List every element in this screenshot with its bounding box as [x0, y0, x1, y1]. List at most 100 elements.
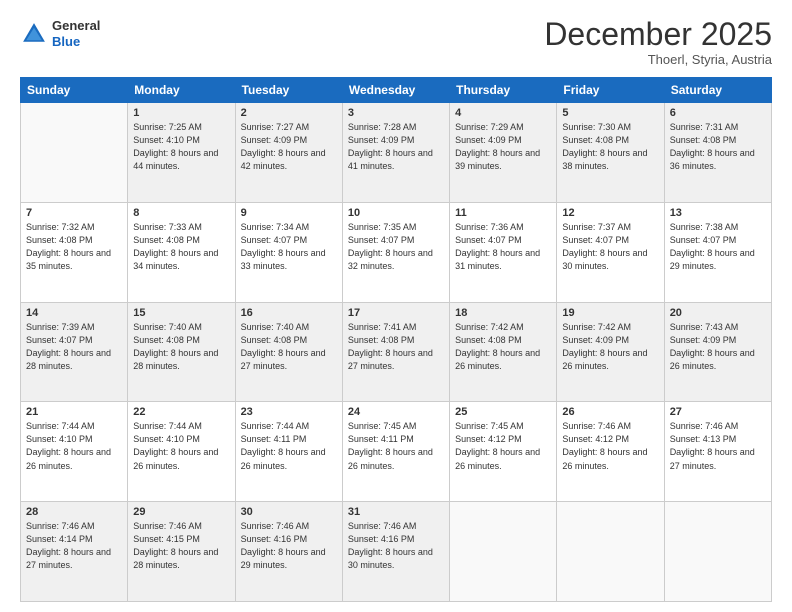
logo-line2: Blue [52, 34, 80, 49]
day-number: 15 [133, 307, 229, 319]
day-detail: Sunrise: 7:32 AMSunset: 4:08 PMDaylight:… [26, 221, 122, 273]
col-wednesday: Wednesday [342, 78, 449, 103]
col-sunday: Sunday [21, 78, 128, 103]
day-detail: Sunrise: 7:46 AMSunset: 4:16 PMDaylight:… [241, 520, 337, 572]
col-friday: Friday [557, 78, 664, 103]
day-number: 6 [670, 107, 766, 119]
col-monday: Monday [128, 78, 235, 103]
table-row: 1 Sunrise: 7:25 AMSunset: 4:10 PMDaylight… [128, 103, 235, 203]
table-row [450, 502, 557, 602]
day-detail: Sunrise: 7:43 AMSunset: 4:09 PMDaylight:… [670, 321, 766, 373]
table-row: 28 Sunrise: 7:46 AMSunset: 4:14 PMDayligh… [21, 502, 128, 602]
day-detail: Sunrise: 7:46 AMSunset: 4:15 PMDaylight:… [133, 520, 229, 572]
day-detail: Sunrise: 7:25 AMSunset: 4:10 PMDaylight:… [133, 121, 229, 173]
day-detail: Sunrise: 7:45 AMSunset: 4:11 PMDaylight:… [348, 420, 444, 472]
header: General Blue December 2025 Thoerl, Styri… [20, 18, 772, 67]
table-row: 7 Sunrise: 7:32 AMSunset: 4:08 PMDaylight… [21, 202, 128, 302]
day-number: 2 [241, 107, 337, 119]
calendar-row: 28 Sunrise: 7:46 AMSunset: 4:14 PMDayligh… [21, 502, 772, 602]
day-number: 16 [241, 307, 337, 319]
title-block: December 2025 Thoerl, Styria, Austria [544, 18, 772, 67]
day-detail: Sunrise: 7:46 AMSunset: 4:13 PMDaylight:… [670, 420, 766, 472]
day-number: 21 [26, 406, 122, 418]
day-number: 18 [455, 307, 551, 319]
day-number: 24 [348, 406, 444, 418]
day-detail: Sunrise: 7:28 AMSunset: 4:09 PMDaylight:… [348, 121, 444, 173]
day-detail: Sunrise: 7:42 AMSunset: 4:09 PMDaylight:… [562, 321, 658, 373]
table-row: 22Sunrise: 7:44 AMSunset: 4:10 PMDayligh… [128, 402, 235, 502]
day-number: 10 [348, 207, 444, 219]
table-row: 31 Sunrise: 7:46 AMSunset: 4:16 PMDayligh… [342, 502, 449, 602]
col-saturday: Saturday [664, 78, 771, 103]
table-row: 5Sunrise: 7:30 AMSunset: 4:08 PMDaylight… [557, 103, 664, 203]
table-row: 19 Sunrise: 7:42 AMSunset: 4:09 PMDayligh… [557, 302, 664, 402]
day-number: 7 [26, 207, 122, 219]
page: General Blue December 2025 Thoerl, Styri… [0, 0, 792, 612]
day-detail: Sunrise: 7:42 AMSunset: 4:08 PMDaylight:… [455, 321, 551, 373]
day-number: 11 [455, 207, 551, 219]
table-row: 18 Sunrise: 7:42 AMSunset: 4:08 PMDayligh… [450, 302, 557, 402]
day-number: 25 [455, 406, 551, 418]
calendar-header-row: Sunday Monday Tuesday Wednesday Thursday… [21, 78, 772, 103]
day-detail: Sunrise: 7:29 AMSunset: 4:09 PMDaylight:… [455, 121, 551, 173]
table-row [664, 502, 771, 602]
day-detail: Sunrise: 7:44 AMSunset: 4:10 PMDaylight:… [133, 420, 229, 472]
table-row: 2Sunrise: 7:27 AMSunset: 4:09 PMDaylight… [235, 103, 342, 203]
table-row: 9 Sunrise: 7:34 AMSunset: 4:07 PMDaylight… [235, 202, 342, 302]
logo-text: General Blue [52, 18, 100, 49]
table-row: 30 Sunrise: 7:46 AMSunset: 4:16 PMDayligh… [235, 502, 342, 602]
logo-line1: General [52, 18, 100, 33]
day-number: 27 [670, 406, 766, 418]
day-number: 5 [562, 107, 658, 119]
day-detail: Sunrise: 7:41 AMSunset: 4:08 PMDaylight:… [348, 321, 444, 373]
day-number: 9 [241, 207, 337, 219]
table-row: 24 Sunrise: 7:45 AMSunset: 4:11 PMDayligh… [342, 402, 449, 502]
day-detail: Sunrise: 7:37 AMSunset: 4:07 PMDaylight:… [562, 221, 658, 273]
day-number: 12 [562, 207, 658, 219]
day-number: 1 [133, 107, 229, 119]
table-row: 20 Sunrise: 7:43 AMSunset: 4:09 PMDayligh… [664, 302, 771, 402]
table-row: 3 Sunrise: 7:28 AMSunset: 4:09 PMDaylight… [342, 103, 449, 203]
col-thursday: Thursday [450, 78, 557, 103]
calendar-row: 21 Sunrise: 7:44 AMSunset: 4:10 PMDayligh… [21, 402, 772, 502]
calendar-row: 7 Sunrise: 7:32 AMSunset: 4:08 PMDaylight… [21, 202, 772, 302]
table-row: 12 Sunrise: 7:37 AMSunset: 4:07 PMDayligh… [557, 202, 664, 302]
table-row [21, 103, 128, 203]
table-row: 29 Sunrise: 7:46 AMSunset: 4:15 PMDayligh… [128, 502, 235, 602]
day-number: 19 [562, 307, 658, 319]
day-number: 20 [670, 307, 766, 319]
table-row [557, 502, 664, 602]
table-row: 17 Sunrise: 7:41 AMSunset: 4:08 PMDayligh… [342, 302, 449, 402]
table-row: 26Sunrise: 7:46 AMSunset: 4:12 PMDayligh… [557, 402, 664, 502]
day-number: 31 [348, 506, 444, 518]
day-detail: Sunrise: 7:33 AMSunset: 4:08 PMDaylight:… [133, 221, 229, 273]
day-number: 3 [348, 107, 444, 119]
table-row: 23Sunrise: 7:44 AMSunset: 4:11 PMDayligh… [235, 402, 342, 502]
day-number: 17 [348, 307, 444, 319]
day-detail: Sunrise: 7:34 AMSunset: 4:07 PMDaylight:… [241, 221, 337, 273]
day-detail: Sunrise: 7:31 AMSunset: 4:08 PMDaylight:… [670, 121, 766, 173]
day-detail: Sunrise: 7:46 AMSunset: 4:16 PMDaylight:… [348, 520, 444, 572]
day-number: 28 [26, 506, 122, 518]
day-number: 26 [562, 406, 658, 418]
day-detail: Sunrise: 7:40 AMSunset: 4:08 PMDaylight:… [241, 321, 337, 373]
day-detail: Sunrise: 7:46 AMSunset: 4:14 PMDaylight:… [26, 520, 122, 572]
day-number: 29 [133, 506, 229, 518]
day-detail: Sunrise: 7:45 AMSunset: 4:12 PMDaylight:… [455, 420, 551, 472]
day-number: 13 [670, 207, 766, 219]
day-number: 4 [455, 107, 551, 119]
table-row: 13 Sunrise: 7:38 AMSunset: 4:07 PMDayligh… [664, 202, 771, 302]
col-tuesday: Tuesday [235, 78, 342, 103]
day-number: 8 [133, 207, 229, 219]
table-row: 15Sunrise: 7:40 AMSunset: 4:08 PMDayligh… [128, 302, 235, 402]
table-row: 6 Sunrise: 7:31 AMSunset: 4:08 PMDaylight… [664, 103, 771, 203]
location: Thoerl, Styria, Austria [544, 52, 772, 67]
day-detail: Sunrise: 7:44 AMSunset: 4:10 PMDaylight:… [26, 420, 122, 472]
table-row: 27 Sunrise: 7:46 AMSunset: 4:13 PMDayligh… [664, 402, 771, 502]
day-number: 30 [241, 506, 337, 518]
day-number: 14 [26, 307, 122, 319]
day-detail: Sunrise: 7:38 AMSunset: 4:07 PMDaylight:… [670, 221, 766, 273]
table-row: 8 Sunrise: 7:33 AMSunset: 4:08 PMDaylight… [128, 202, 235, 302]
calendar-table: Sunday Monday Tuesday Wednesday Thursday… [20, 77, 772, 602]
table-row: 16 Sunrise: 7:40 AMSunset: 4:08 PMDayligh… [235, 302, 342, 402]
